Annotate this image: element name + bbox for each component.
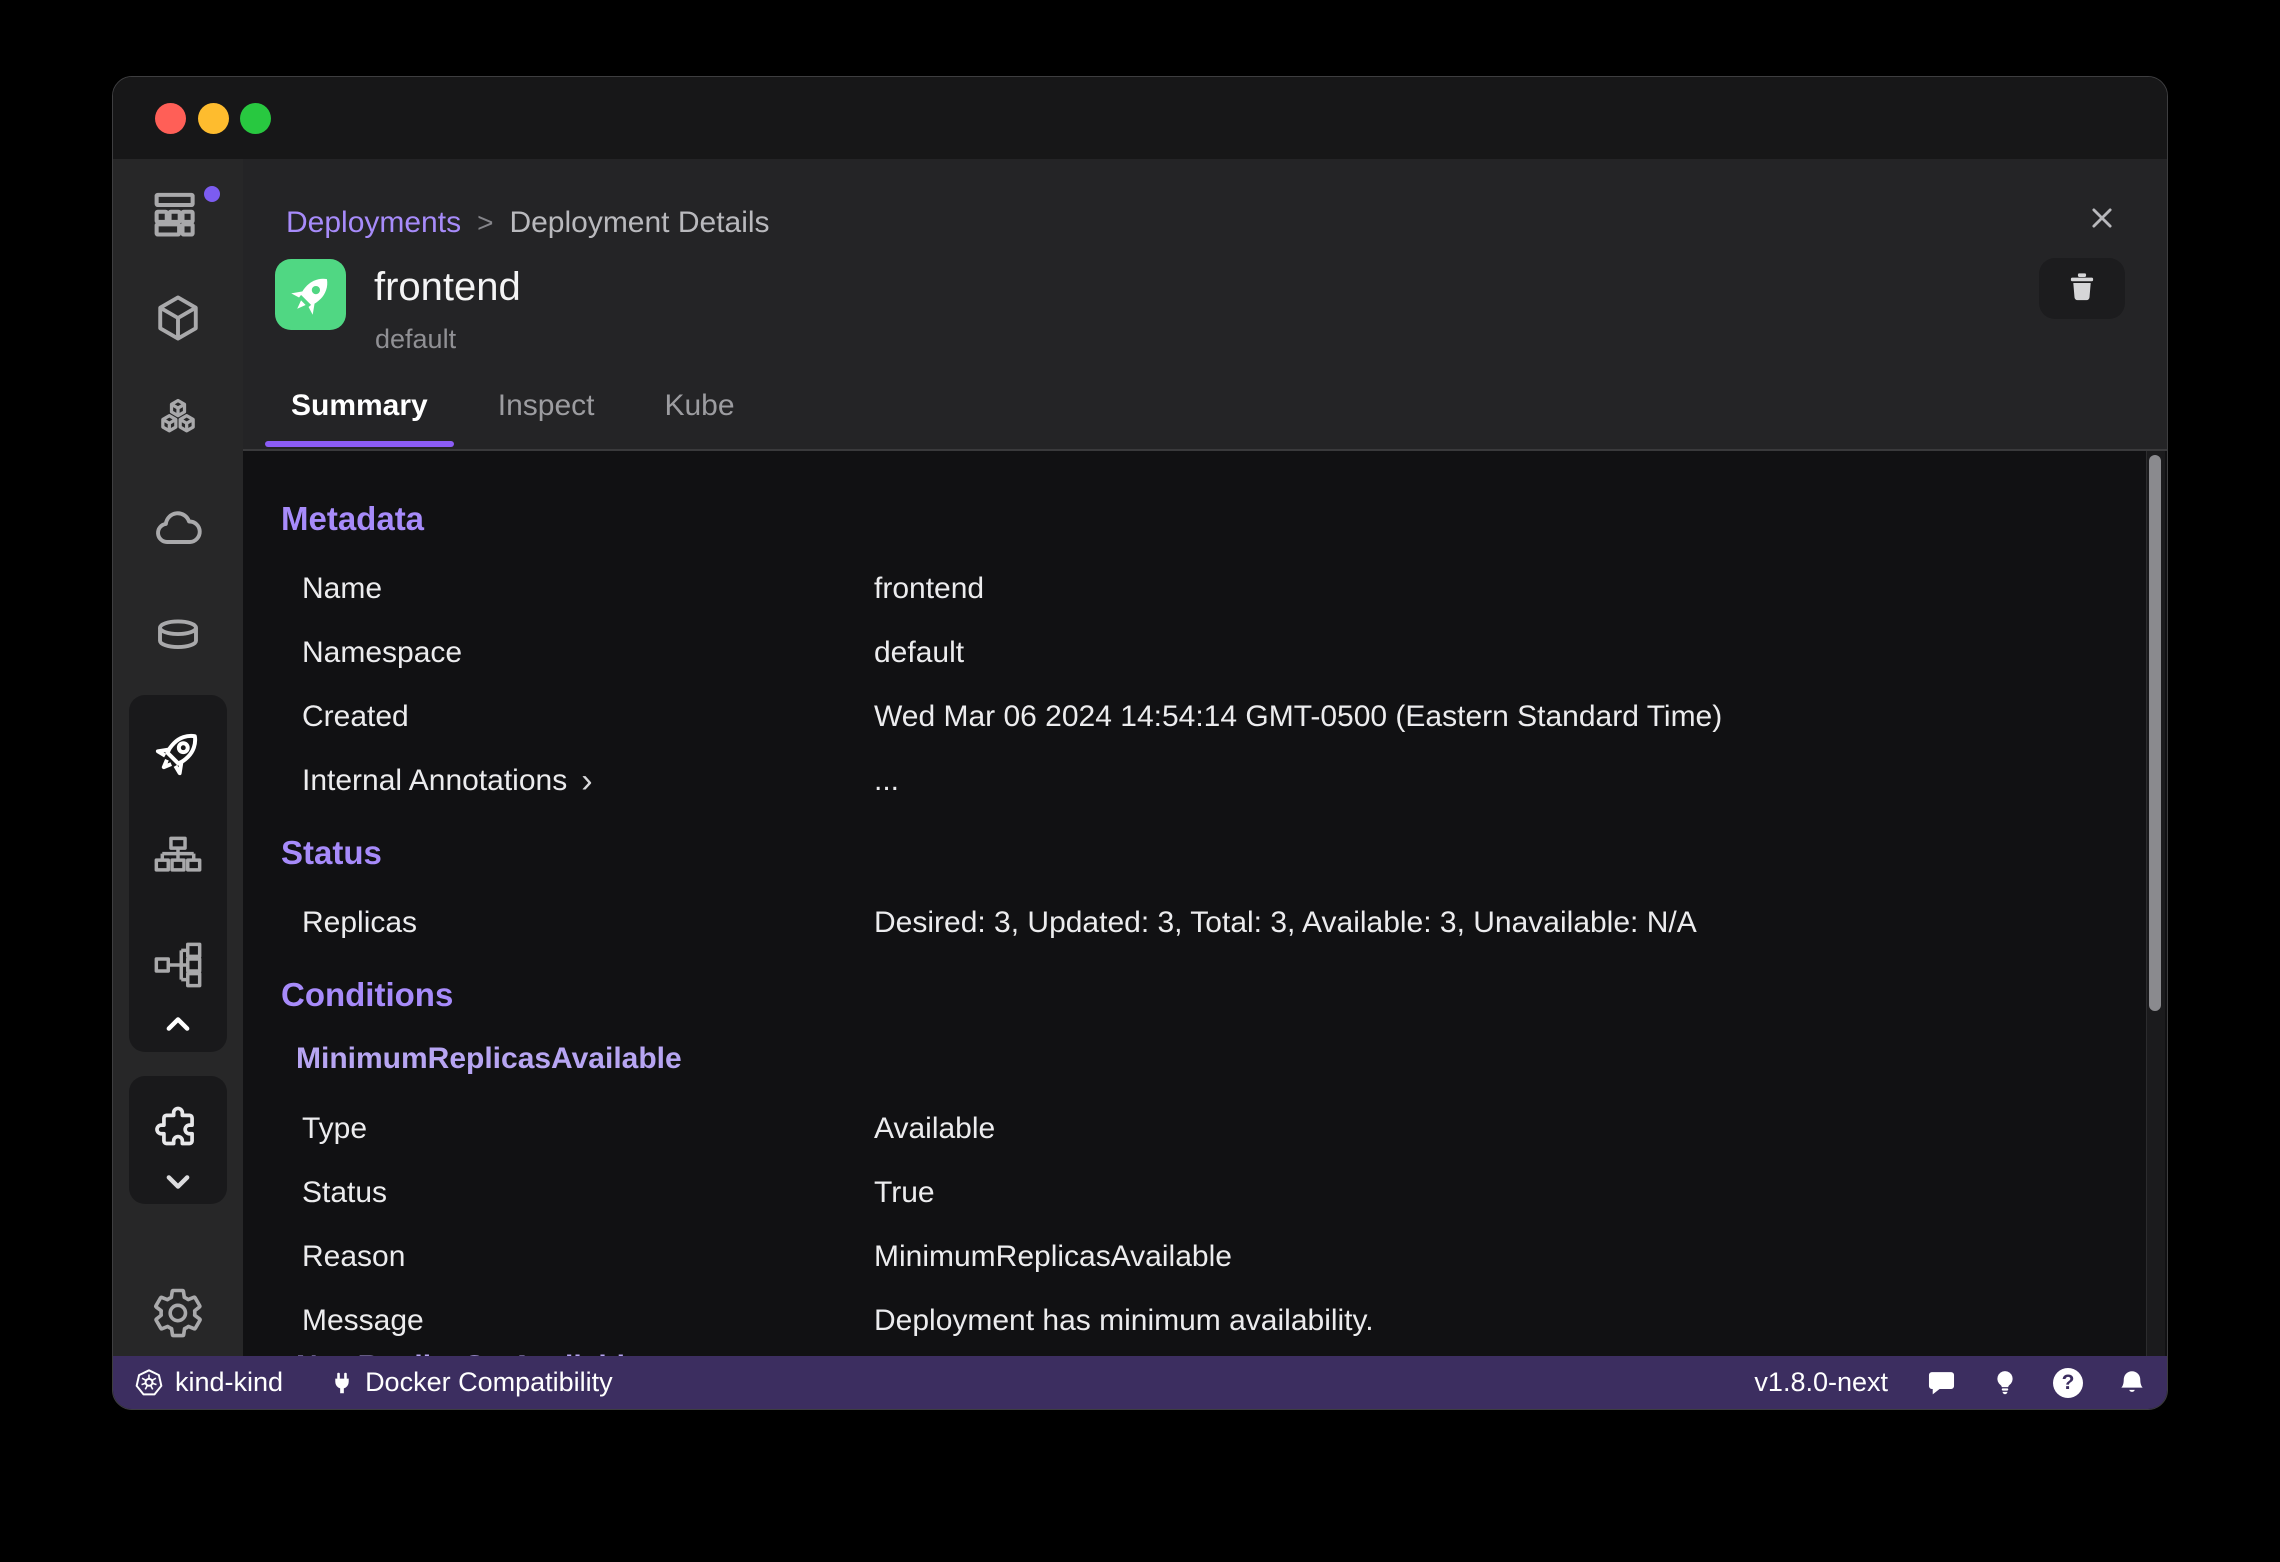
sidebar-expand-button[interactable]: [113, 1158, 243, 1206]
row-label: Reason: [302, 1240, 406, 1273]
row-value: default: [874, 636, 965, 669]
notifications-bell-icon[interactable]: [2117, 1368, 2147, 1398]
sidebar: [113, 159, 243, 1356]
statusbar: kind-kind Docker Compatibility v1.8.0-ne…: [113, 1356, 2167, 1409]
detail-tabs: Summary Inspect Kube: [265, 379, 761, 449]
sidebar-item-kubernetes[interactable]: [113, 501, 243, 557]
chevron-up-icon: [156, 1002, 200, 1046]
notification-dot: [204, 186, 220, 202]
volumes-icon: [152, 610, 204, 662]
sidebar-item-containers[interactable]: [113, 290, 243, 346]
metadata-row-internal-annotations: Internal Annotations › ...: [281, 749, 2087, 813]
metadata-row-namespace: Namespace default: [281, 621, 2087, 685]
tab-inspect[interactable]: Inspect: [472, 379, 621, 449]
row-label: Replicas: [302, 906, 418, 939]
scrollbar-thumb[interactable]: [2149, 455, 2161, 1011]
sidebar-item-deployments[interactable]: [113, 725, 243, 781]
breadcrumb: Deployments > Deployment Details: [286, 203, 770, 243]
status-heading: Status: [281, 834, 382, 871]
condition-row-status: Status True: [281, 1161, 2087, 1225]
help-icon[interactable]: ?: [2053, 1367, 2083, 1398]
kubernetes-context-selector[interactable]: kind-kind: [133, 1367, 283, 1399]
sidebar-item-volumes[interactable]: [113, 608, 243, 664]
condition-name-minimum-replicas: MinimumReplicasAvailable: [296, 1042, 682, 1075]
titlebar: [113, 77, 2167, 159]
chevron-down-icon: [156, 1160, 200, 1204]
row-label: Internal Annotations: [302, 764, 568, 797]
delete-deployment-button[interactable]: [2039, 258, 2125, 319]
feedback-chat-icon[interactable]: [1926, 1367, 1957, 1398]
metadata-row-created: Created Wed Mar 06 2024 14:54:14 GMT-050…: [281, 685, 2087, 749]
sidebar-item-services[interactable]: [113, 831, 243, 887]
tab-summary-label: Summary: [291, 389, 428, 422]
traffic-minimize-button[interactable]: [198, 103, 229, 134]
row-label: Type: [302, 1112, 368, 1145]
breadcrumb-separator: >: [477, 207, 494, 238]
row-value: Wed Mar 06 2024 14:54:14 GMT-0500 (Easte…: [874, 700, 1723, 733]
row-value: Desired: 3, Updated: 3, Total: 3, Availa…: [874, 906, 1697, 939]
help-question-glyph: ?: [2053, 1367, 2083, 1398]
kubernetes-cloud-icon: [152, 503, 204, 555]
internal-annotations-expander[interactable]: Internal Annotations ›: [302, 749, 874, 813]
networking-icon: [152, 939, 204, 991]
status-row-replicas: Replicas Desired: 3, Updated: 3, Total: …: [281, 891, 2087, 955]
tab-kube[interactable]: Kube: [638, 379, 760, 449]
row-value: Deployment has minimum availability.: [874, 1304, 1374, 1337]
row-label: Created: [302, 700, 409, 733]
traffic-close-button[interactable]: [155, 103, 186, 134]
metadata-row-name: Name frontend: [281, 557, 2087, 621]
settings-gear-icon: [151, 1286, 205, 1340]
traffic-zoom-button[interactable]: [240, 103, 271, 134]
docker-compatibility-label: Docker Compatibility: [365, 1367, 613, 1397]
extensions-puzzle-icon: [152, 1103, 204, 1155]
row-value: ...: [874, 764, 900, 797]
app-window: Deployments > Deployment Details fronten…: [112, 76, 2168, 1410]
sidebar-item-settings[interactable]: [113, 1285, 243, 1341]
sidebar-collapse-button[interactable]: [113, 1000, 243, 1048]
sidebar-item-pods[interactable]: [113, 392, 243, 448]
tasks-lightbulb-icon[interactable]: [1991, 1369, 2019, 1397]
tab-summary[interactable]: Summary: [265, 379, 454, 449]
row-value: True: [874, 1176, 935, 1209]
row-label: Status: [302, 1176, 388, 1209]
app-version: v1.8.0-next: [1754, 1367, 1888, 1397]
tab-kube-label: Kube: [664, 389, 735, 422]
services-sitemap-icon: [152, 833, 204, 885]
plug-icon: [329, 1370, 355, 1396]
pods-cubes-icon: [152, 394, 204, 446]
condition-row-reason: Reason MinimumReplicasAvailable: [281, 1225, 2087, 1289]
metadata-heading: Metadata: [281, 500, 425, 537]
scrollbar-track[interactable]: [2146, 451, 2165, 1356]
close-details-button[interactable]: [2087, 205, 2117, 235]
docker-compatibility-status[interactable]: Docker Compatibility: [329, 1367, 613, 1398]
row-value: MinimumReplicasAvailable: [874, 1240, 1232, 1273]
active-tab-indicator: [265, 441, 454, 447]
row-label: Namespace: [302, 636, 463, 669]
page-header: Deployments > Deployment Details fronten…: [243, 159, 2167, 451]
summary-content: Metadata Name frontend Namespace default…: [243, 451, 2167, 1356]
chevron-right-icon: ›: [581, 762, 593, 800]
sidebar-item-extensions[interactable]: [113, 1101, 243, 1157]
sidebar-item-networking[interactable]: [113, 937, 243, 993]
breadcrumb-deployments-link[interactable]: Deployments: [286, 203, 461, 243]
deployment-rocket-badge: [275, 259, 346, 330]
sidebar-item-dashboard[interactable]: [113, 186, 243, 242]
page-subtitle-namespace: default: [375, 324, 457, 354]
dashboard-icon: [151, 187, 205, 241]
trash-icon: [2064, 268, 2100, 309]
kubernetes-wheel-icon: [133, 1367, 165, 1399]
conditions-heading: Conditions: [281, 976, 454, 1013]
row-value: Available: [874, 1112, 996, 1145]
row-label: Name: [302, 572, 383, 605]
containers-cube-icon: [152, 292, 204, 344]
close-icon: [2088, 204, 2116, 237]
condition-row-type: Type Available: [281, 1097, 2087, 1161]
breadcrumb-current-page: Deployment Details: [509, 206, 770, 239]
page-title: frontend: [374, 265, 521, 309]
context-name: kind-kind: [175, 1367, 284, 1397]
tab-inspect-label: Inspect: [497, 389, 595, 422]
deployments-rocket-icon: [150, 725, 206, 781]
row-value: frontend: [874, 572, 985, 605]
